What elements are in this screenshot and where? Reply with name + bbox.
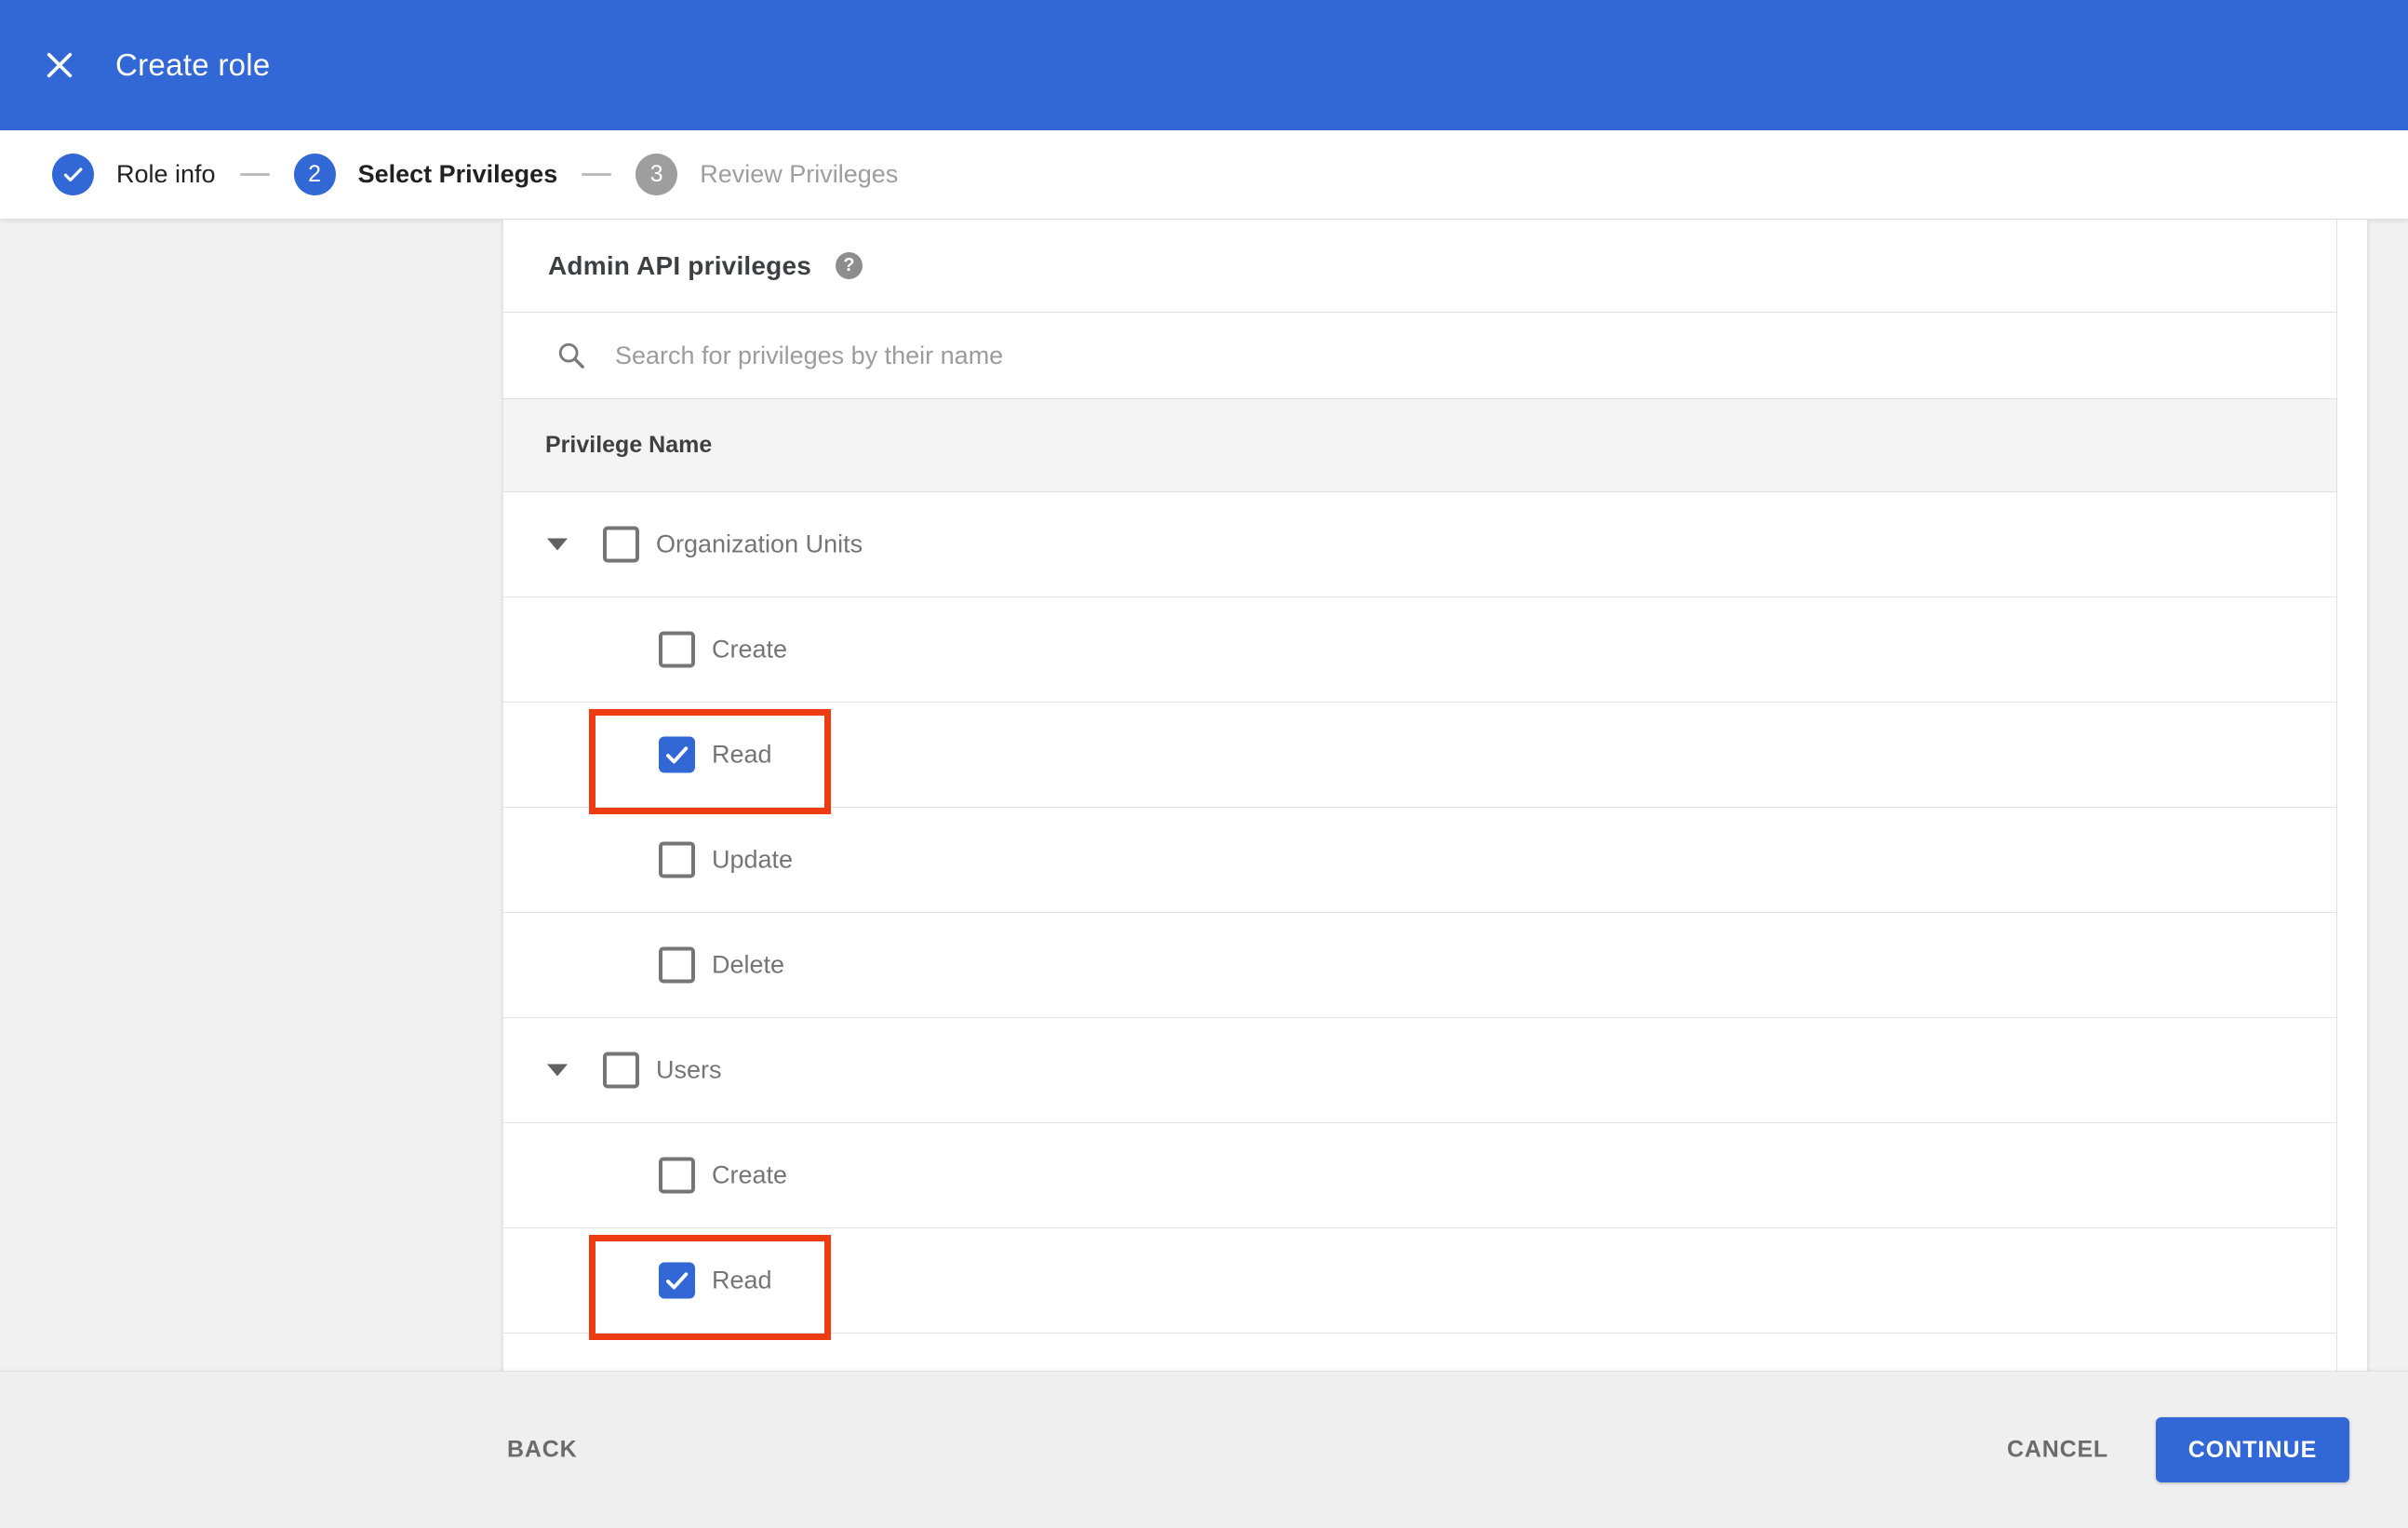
privilege-label: Update [712, 845, 794, 874]
privilege-row-ou-delete: Delete [503, 913, 2336, 1018]
privilege-row-ou-create: Create [503, 597, 2336, 703]
step-connector [239, 173, 270, 176]
checkbox-ou-read[interactable] [659, 736, 695, 773]
privilege-label: Read [712, 740, 772, 769]
privilege-label: Delete [712, 950, 785, 979]
search-row [503, 313, 2336, 399]
triangle-down-icon[interactable] [547, 538, 568, 551]
step-completed-circle [52, 154, 94, 195]
privilege-label: Create [712, 635, 788, 663]
privilege-label: Organization Units [656, 529, 863, 558]
close-icon[interactable] [41, 47, 78, 84]
footer-action-bar: BACK CANCEL CONTINUE [0, 1371, 2408, 1528]
step-role-info[interactable]: Role info [52, 154, 216, 195]
panel-heading-row: Admin API privileges ? [503, 220, 2336, 313]
cancel-button[interactable]: CANCEL [2007, 1437, 2108, 1464]
privilege-row-users-read: Read [503, 1228, 2336, 1340]
step-select-privileges: 2 Select Privileges [293, 154, 558, 195]
checkbox-ou-delete[interactable] [659, 946, 695, 984]
highlight-box [589, 1235, 831, 1340]
step-number-circle: 3 [635, 154, 678, 195]
privilege-row-organization-units: Organization Units [503, 492, 2336, 597]
step-review-privileges: 3 Review Privileges [635, 154, 898, 195]
privileges-panel: Admin API privileges ? Privilege Name Or… [502, 220, 2368, 1371]
privilege-label: Users [656, 1055, 722, 1084]
back-button[interactable]: BACK [507, 1437, 577, 1464]
search-input[interactable] [615, 341, 1918, 370]
privilege-row-users: Users [503, 1018, 2336, 1123]
step-label: Review Privileges [700, 160, 899, 188]
magnifier-icon [558, 342, 584, 369]
privilege-label: Read [712, 1266, 772, 1294]
checkbox-users[interactable] [603, 1052, 639, 1089]
step-number-circle: 2 [293, 154, 336, 195]
wizard-stepper: Role info 2 Select Privileges 3 Review P… [0, 130, 2408, 220]
privilege-label: Create [712, 1160, 788, 1189]
checkbox-ou-create[interactable] [659, 631, 695, 668]
checkmark-icon [666, 1272, 689, 1290]
privilege-row-ou-read: Read [503, 703, 2336, 814]
privilege-row-users-create: Create [503, 1123, 2336, 1228]
checkbox-organization-units[interactable] [603, 526, 639, 563]
help-icon[interactable]: ? [836, 252, 863, 279]
continue-button[interactable]: CONTINUE [2156, 1417, 2349, 1482]
step-label: Role info [116, 160, 216, 188]
dialog-title: Create role [115, 47, 271, 82]
checkmark-icon [63, 168, 83, 182]
app-bar: Create role [0, 0, 2408, 130]
highlight-box [589, 709, 831, 814]
checkbox-ou-update[interactable] [659, 841, 695, 878]
column-header-label: Privilege Name [545, 432, 713, 458]
panel-heading: Admin API privileges [548, 250, 812, 280]
step-connector [582, 173, 612, 176]
checkbox-users-create[interactable] [659, 1157, 695, 1194]
checkmark-icon [666, 746, 689, 764]
checkbox-users-read[interactable] [659, 1262, 695, 1299]
column-header-row: Privilege Name [503, 399, 2336, 492]
privileges-table: Admin API privileges ? Privilege Name Or… [503, 220, 2337, 1371]
triangle-down-icon[interactable] [547, 1064, 568, 1077]
privilege-row-ou-update: Update [503, 808, 2336, 913]
step-label: Select Privileges [357, 160, 558, 188]
